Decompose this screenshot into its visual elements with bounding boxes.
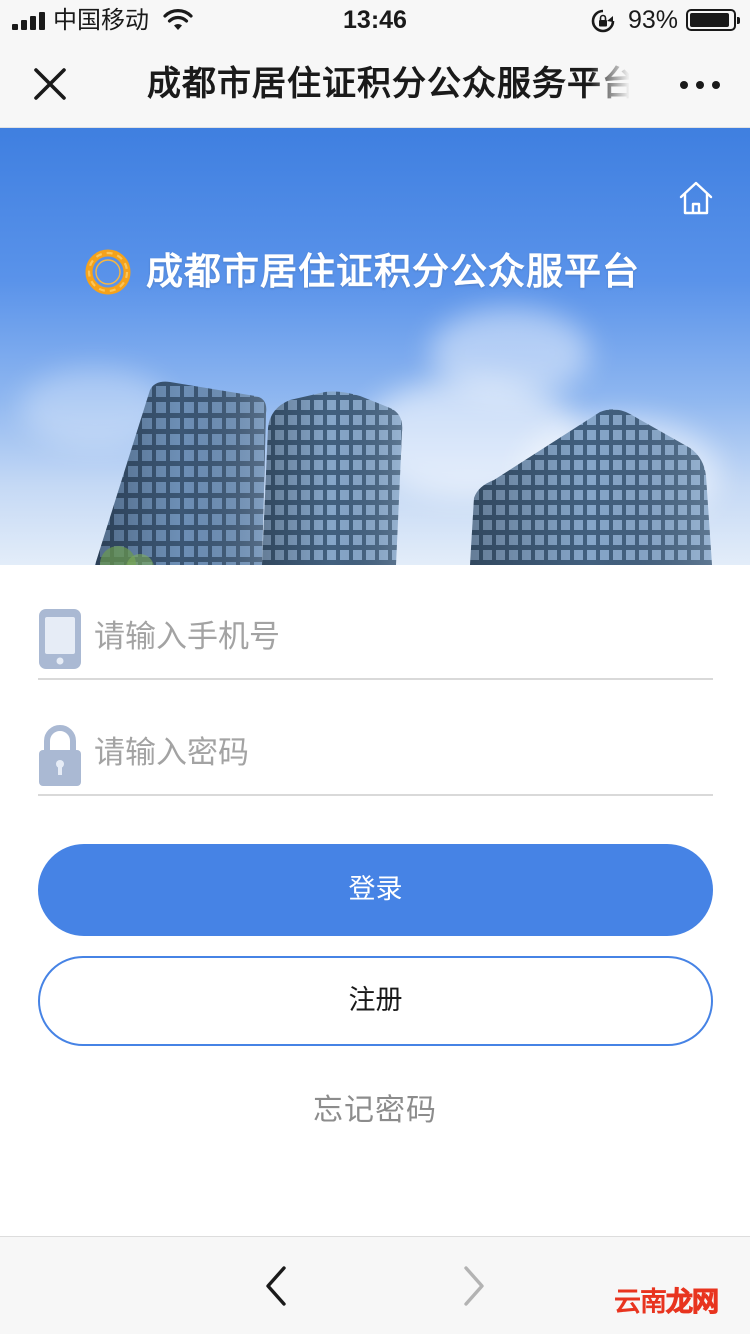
- nav-bar: 成都市居住证积分公众服务平台: [0, 40, 750, 128]
- logo-icon: [85, 249, 131, 295]
- more-icon[interactable]: [672, 64, 728, 104]
- register-button[interactable]: 注册: [38, 956, 713, 1046]
- phone-input[interactable]: [94, 612, 694, 662]
- banner: 成都市居住证积分公众服平台: [0, 128, 750, 565]
- password-input[interactable]: [94, 728, 694, 778]
- buildings-illustration: [95, 381, 712, 565]
- watermark: 云南龙网: [614, 1287, 720, 1319]
- rotation-lock-icon: [591, 9, 615, 33]
- forward-icon[interactable]: [454, 1263, 494, 1309]
- status-bar: 中国移动 13:46 93%: [0, 0, 750, 40]
- login-button[interactable]: 登录: [38, 844, 713, 936]
- phone-field: [38, 588, 713, 680]
- battery-percent: 93%: [628, 6, 679, 34]
- phone-icon: [39, 609, 81, 669]
- home-icon[interactable]: [676, 178, 716, 218]
- forgot-password-link[interactable]: 忘记密码: [0, 1090, 750, 1132]
- back-icon[interactable]: [256, 1263, 296, 1309]
- banner-title: 成都市居住证积分公众服平台: [146, 250, 640, 293]
- password-field: [38, 704, 713, 796]
- close-icon[interactable]: [26, 60, 74, 108]
- lock-icon: [39, 725, 81, 786]
- battery-icon: [686, 9, 740, 31]
- battery-fill: [690, 13, 730, 27]
- page-title: 成都市居住证积分公众服务平台: [147, 64, 629, 104]
- bottom-toolbar: 云南龙网: [0, 1236, 750, 1334]
